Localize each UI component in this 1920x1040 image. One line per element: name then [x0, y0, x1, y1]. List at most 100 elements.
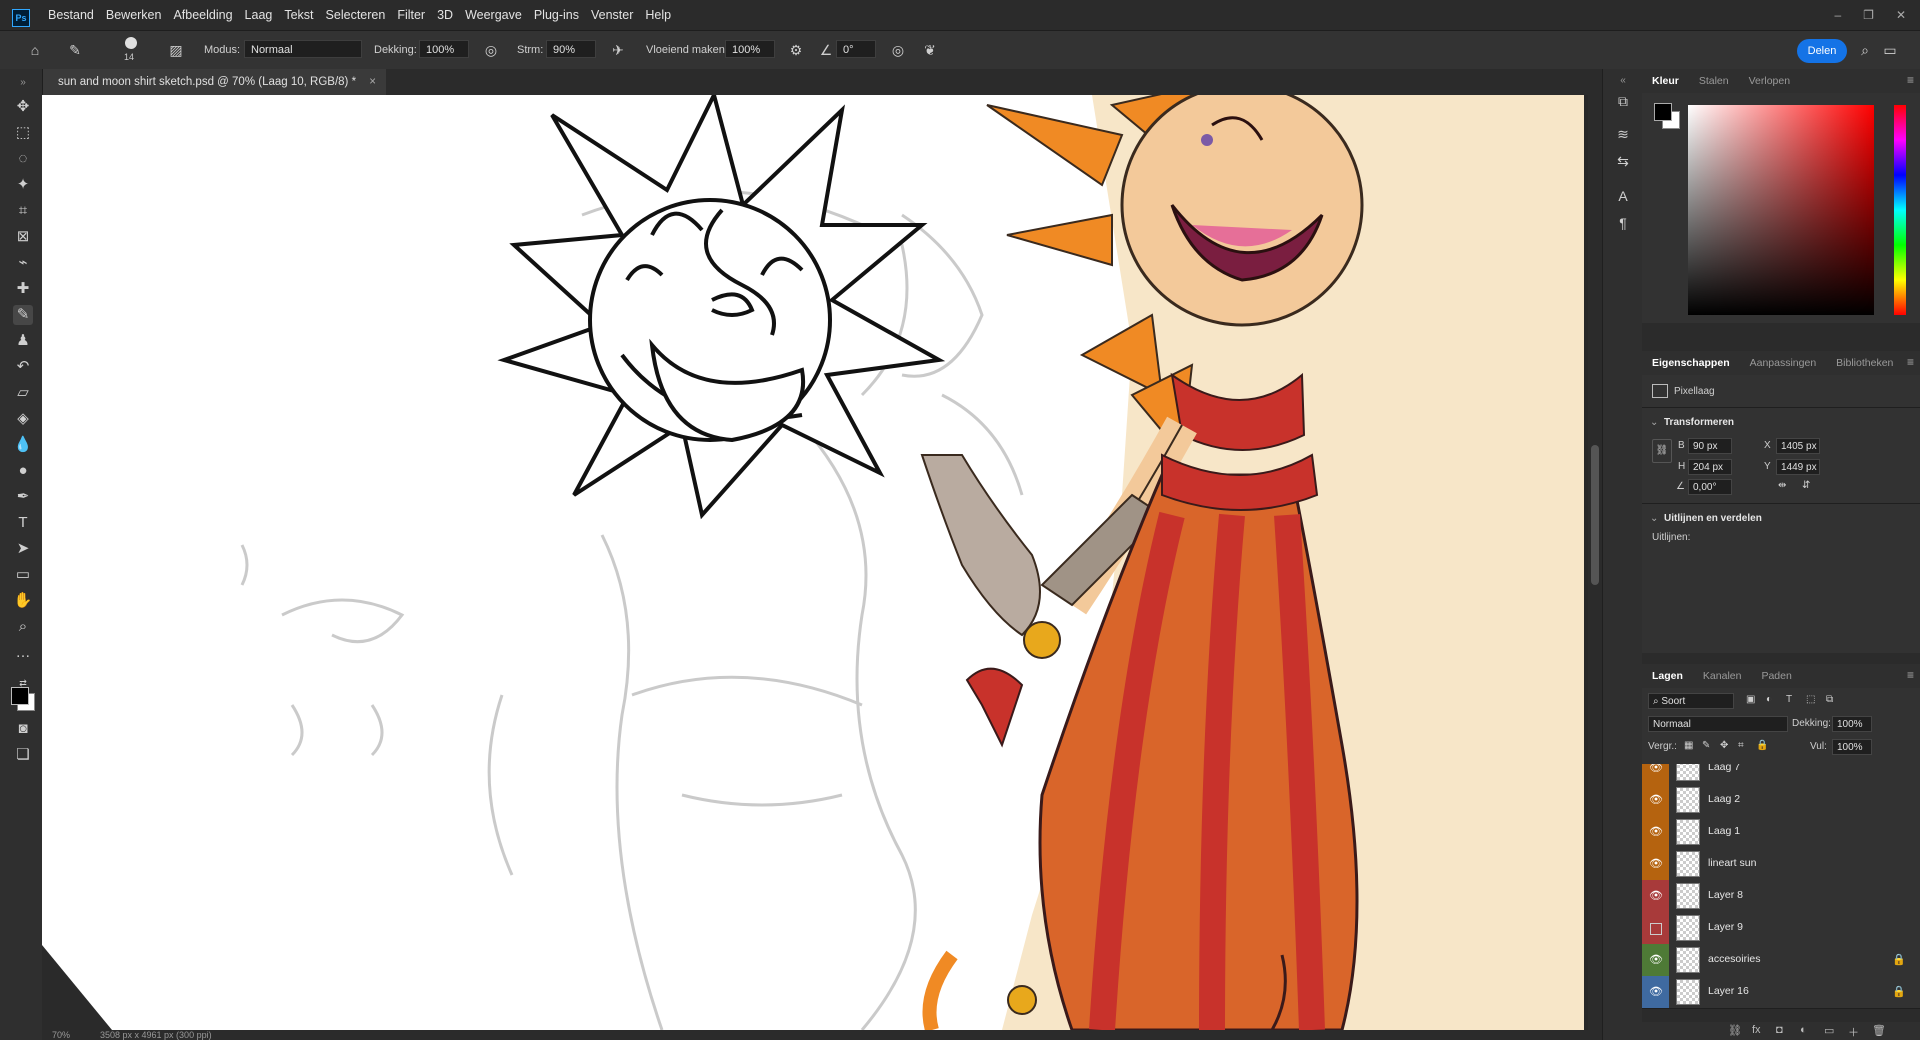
- blur-tool-icon[interactable]: 💧: [13, 435, 33, 455]
- tab-aanpassingen[interactable]: Aanpassingen: [1740, 351, 1827, 375]
- paint-bucket-tool-icon[interactable]: ◈: [13, 409, 33, 429]
- tab-paden[interactable]: Paden: [1751, 664, 1801, 688]
- link-icon[interactable]: ⛓: [1652, 439, 1672, 463]
- canvas-area[interactable]: [42, 95, 1610, 1030]
- layer-filter-select[interactable]: ⌕ Soort: [1648, 693, 1734, 709]
- new-group-icon[interactable]: ▭: [1824, 1024, 1834, 1037]
- brush-tool-icon[interactable]: ✎: [13, 305, 33, 325]
- lock-artboard-icon[interactable]: ⌗: [1738, 740, 1744, 751]
- blend-mode-select[interactable]: Normaal: [1648, 716, 1788, 732]
- hand-tool-icon[interactable]: ✋: [13, 591, 33, 611]
- height-field[interactable]: 204 px: [1688, 459, 1732, 475]
- delete-layer-icon[interactable]: 🗑: [1872, 1024, 1886, 1037]
- layer-row[interactable]: 👁 Layer 8: [1642, 880, 1920, 913]
- menu-venster[interactable]: Venster: [585, 8, 639, 22]
- width-field[interactable]: 90 px: [1688, 438, 1732, 454]
- visibility-eye-icon[interactable]: 👁: [1649, 953, 1663, 967]
- visibility-eye-icon[interactable]: 👁: [1649, 857, 1663, 871]
- layer-row[interactable]: 👁 Layer 16 🔒: [1642, 976, 1920, 1009]
- layer-row[interactable]: 👁 lineart sun: [1642, 848, 1920, 881]
- symmetry-icon[interactable]: ❦: [920, 40, 940, 60]
- healing-brush-tool-icon[interactable]: ✚: [13, 279, 33, 299]
- path-selection-tool-icon[interactable]: ➤: [13, 539, 33, 559]
- color-panel-menu-icon[interactable]: ≡: [1907, 73, 1914, 87]
- move-tool-icon[interactable]: ✥: [13, 97, 33, 117]
- layer-row[interactable]: Layer 9: [1642, 912, 1920, 945]
- character-panel-icon[interactable]: A: [1613, 186, 1633, 206]
- dodge-tool-icon[interactable]: ●: [13, 461, 33, 481]
- pressure-size-icon[interactable]: ◎: [888, 40, 908, 60]
- brush-tip-icon[interactable]: [125, 37, 137, 49]
- new-layer-icon[interactable]: ＋: [1848, 1024, 1859, 1040]
- stamp-tool-icon[interactable]: ♟: [13, 331, 33, 351]
- tab-stalen[interactable]: Stalen: [1689, 69, 1739, 93]
- zoom-level[interactable]: 70%: [52, 1030, 70, 1040]
- history-panel-icon[interactable]: ⧉: [1613, 91, 1633, 111]
- restore-icon[interactable]: ❐: [1863, 8, 1874, 22]
- filter-shape-icon[interactable]: ⬚: [1806, 694, 1815, 705]
- hue-slider[interactable]: [1894, 105, 1906, 315]
- adjustment-layer-icon[interactable]: ◐: [1800, 1024, 1807, 1036]
- lock-pixels-icon[interactable]: ✎: [1702, 740, 1710, 751]
- expand-panels-icon[interactable]: «: [1613, 71, 1633, 91]
- document-canvas[interactable]: [42, 95, 1584, 1030]
- layer-row[interactable]: 👁 Laag 2: [1642, 784, 1920, 817]
- visibility-eye-icon[interactable]: 👁: [1649, 985, 1663, 999]
- gear-icon[interactable]: ⚙: [786, 40, 806, 60]
- smoothing-field[interactable]: 100%: [725, 40, 775, 58]
- visibility-eye-icon[interactable]: 👁: [1649, 889, 1663, 903]
- tab-eigenschappen[interactable]: Eigenschappen: [1642, 351, 1740, 375]
- type-tool-icon[interactable]: T: [13, 513, 33, 533]
- visibility-eye-icon[interactable]: 👁: [1649, 764, 1663, 775]
- layer-row[interactable]: 👁 Laag 1: [1642, 816, 1920, 849]
- menu-afbeelding[interactable]: Afbeelding: [167, 8, 238, 22]
- flip-vertical-icon[interactable]: ⇵: [1802, 480, 1810, 491]
- search-icon[interactable]: ⌕: [1855, 40, 1875, 60]
- tab-lagen[interactable]: Lagen: [1642, 664, 1693, 688]
- visibility-eye-icon[interactable]: [1650, 923, 1662, 935]
- angle-field[interactable]: 0°: [836, 40, 876, 58]
- tab-bibliotheken[interactable]: Bibliotheken: [1826, 351, 1903, 375]
- add-mask-icon[interactable]: ◘: [1776, 1024, 1783, 1036]
- x-field[interactable]: 1405 px: [1776, 438, 1820, 454]
- menu-bestand[interactable]: Bestand: [42, 8, 100, 22]
- mode-select[interactable]: Normaal: [244, 40, 362, 58]
- y-field[interactable]: 1449 px: [1776, 459, 1820, 475]
- menu-weergave[interactable]: Weergave: [459, 8, 528, 22]
- chevron-down-icon[interactable]: ⌄: [1650, 417, 1658, 428]
- pen-tool-icon[interactable]: ✒: [13, 487, 33, 507]
- home-icon[interactable]: ⌂: [25, 40, 45, 60]
- flow-field[interactable]: 90%: [546, 40, 596, 58]
- menu-plug-ins[interactable]: Plug-ins: [528, 8, 585, 22]
- minimize-icon[interactable]: –: [1834, 8, 1841, 22]
- properties-panel-menu-icon[interactable]: ≡: [1907, 355, 1914, 369]
- quick-mask-icon[interactable]: ◙: [13, 719, 33, 739]
- filter-pixel-icon[interactable]: ▣: [1746, 694, 1755, 705]
- visibility-eye-icon[interactable]: 👁: [1649, 793, 1663, 807]
- lasso-tool-icon[interactable]: ◌: [13, 149, 33, 169]
- lock-all-icon[interactable]: 🔒: [1756, 740, 1768, 751]
- more-tools-icon[interactable]: …: [13, 643, 33, 663]
- layer-row[interactable]: 👁 Laag 7: [1642, 764, 1920, 785]
- scrollbar-thumb[interactable]: [1591, 445, 1599, 585]
- brush-preset-icon[interactable]: ✎: [65, 40, 85, 60]
- link-layers-icon[interactable]: ⛓: [1728, 1024, 1742, 1037]
- filter-smart-object-icon[interactable]: ⧉: [1826, 694, 1833, 705]
- adjust-panel-icon[interactable]: ⇆: [1613, 151, 1633, 171]
- tab-kleur[interactable]: Kleur: [1642, 69, 1689, 93]
- brush-settings-panel-icon[interactable]: ≋: [1613, 124, 1633, 144]
- filter-adjustment-icon[interactable]: ◐: [1766, 694, 1772, 705]
- airbrush-icon[interactable]: ✈: [608, 40, 628, 60]
- fill-field[interactable]: 100%: [1832, 739, 1872, 755]
- frame-tool-icon[interactable]: ⊠: [13, 227, 33, 247]
- eraser-tool-icon[interactable]: ▱: [13, 383, 33, 403]
- layer-style-icon[interactable]: fx: [1752, 1024, 1761, 1036]
- layers-panel-menu-icon[interactable]: ≡: [1907, 668, 1914, 682]
- marquee-tool-icon[interactable]: ⬚: [13, 123, 33, 143]
- menu-laag[interactable]: Laag: [239, 8, 279, 22]
- paragraph-panel-icon[interactable]: ¶: [1613, 213, 1633, 233]
- tab-kanalen[interactable]: Kanalen: [1693, 664, 1752, 688]
- share-button[interactable]: Delen: [1797, 39, 1847, 63]
- flip-horizontal-icon[interactable]: ⇹: [1778, 480, 1786, 491]
- menu-3d[interactable]: 3D: [431, 8, 459, 22]
